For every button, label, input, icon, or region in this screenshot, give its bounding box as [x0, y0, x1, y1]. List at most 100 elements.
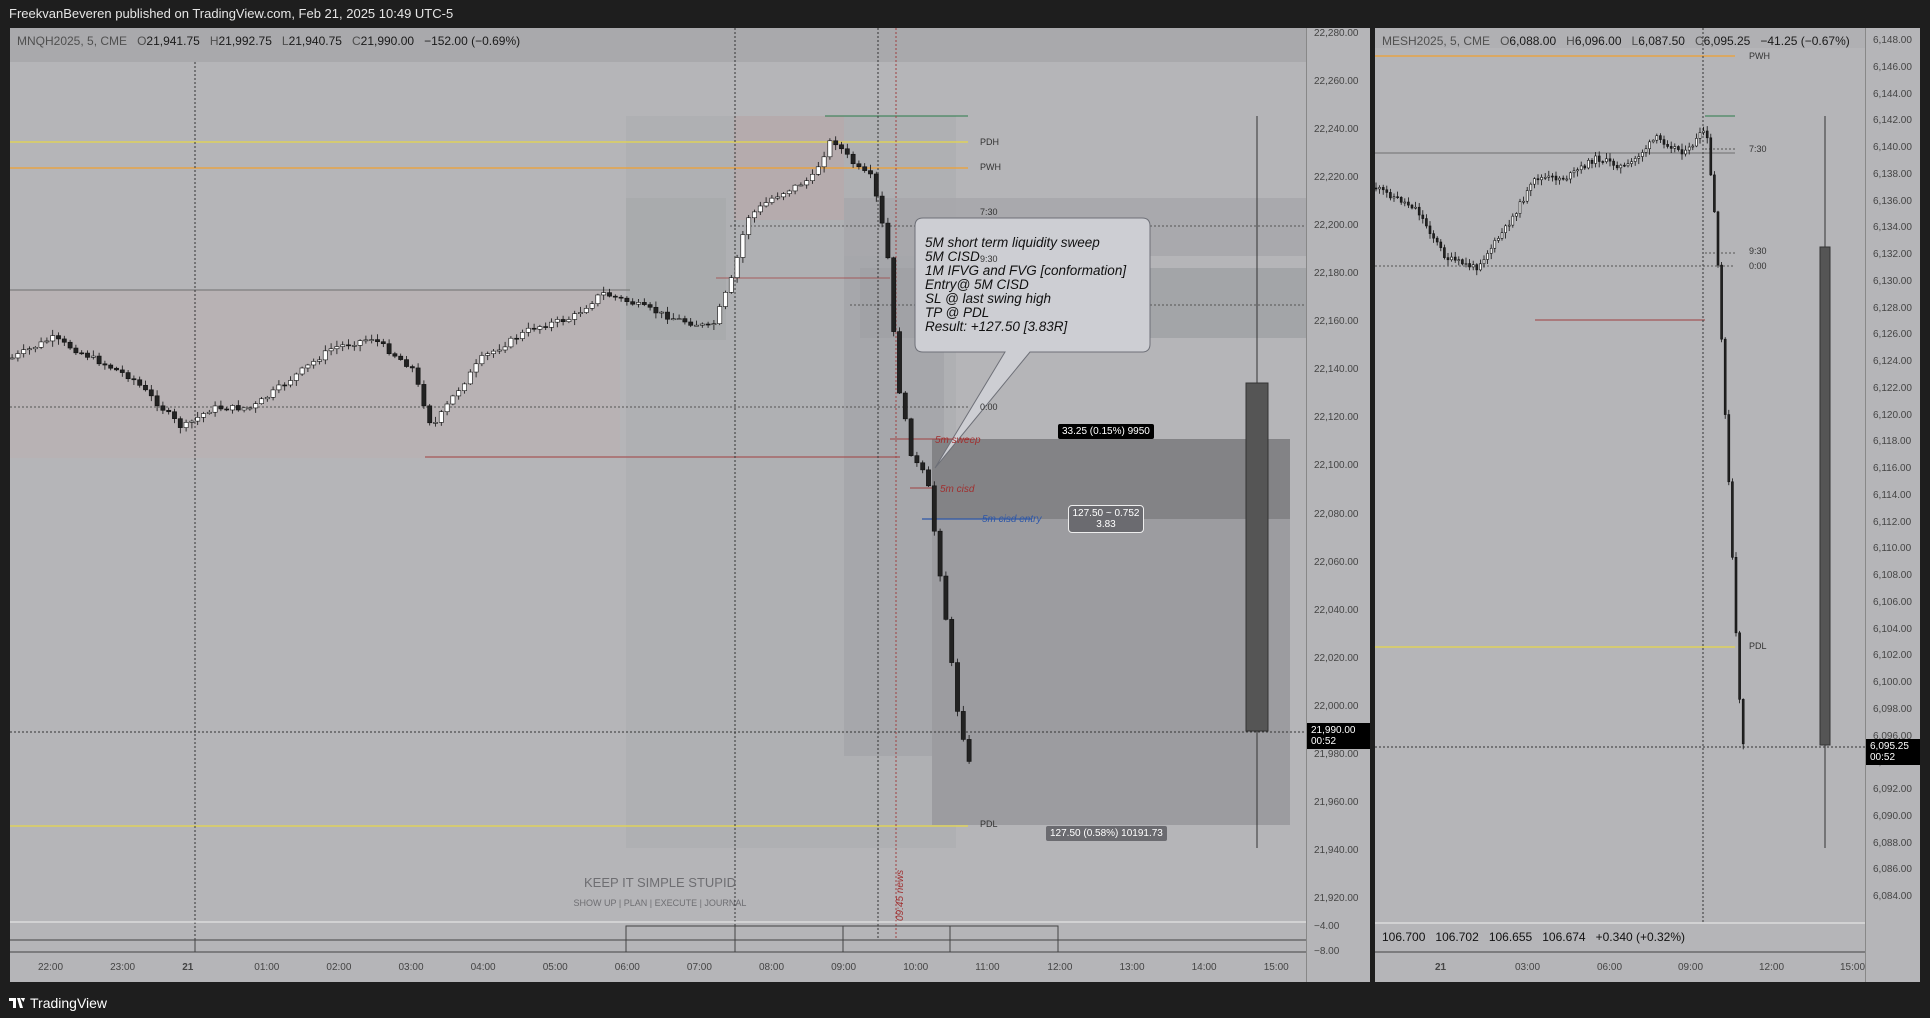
right-price-axis[interactable]: 6,148.00 6,146.00 6,144.00 6,142.00 6,140.00…	[1865, 28, 1920, 982]
candle-body	[844, 148, 850, 155]
candle-body	[404, 359, 409, 367]
osc-values: 106.700 106.702 106.655 106.674 +0.340 (…	[1382, 930, 1685, 944]
candle-body	[740, 234, 746, 258]
tradingview-logo[interactable]: TradingView	[9, 988, 107, 1018]
candle-body	[189, 420, 195, 423]
entry-annotation: 5m cisd entry	[982, 514, 1042, 525]
candle-body	[920, 462, 926, 471]
open-930-label: 9:30	[1749, 246, 1767, 256]
candle-body	[1691, 145, 1695, 148]
candle-body	[1601, 161, 1605, 163]
candle-body	[937, 530, 943, 577]
candle-body	[473, 363, 479, 373]
candle-body	[1659, 135, 1662, 140]
tradingview-logo-icon	[9, 998, 25, 1008]
time-tick: 14:00	[1191, 962, 1217, 973]
candle-body	[1677, 146, 1680, 150]
footer-bar: TradingView	[0, 988, 1930, 1018]
candle-body	[311, 361, 317, 366]
candle-body	[1687, 146, 1691, 151]
time-tick: 15:00	[1840, 962, 1866, 973]
candle-body	[235, 405, 241, 411]
candle-body	[1407, 201, 1410, 206]
price-tick: 6,116.00	[1873, 463, 1912, 474]
left-time-axis[interactable]: 22:00 23:00 21 01:00 02:00 03:00 04:00 05:00 06:…	[10, 952, 1306, 982]
candle-body	[125, 372, 131, 380]
candle-body	[1648, 141, 1651, 150]
open-730-label: 7:30	[980, 207, 998, 217]
candle-body	[572, 313, 578, 320]
candle-body	[566, 319, 572, 323]
candle-body	[1515, 213, 1518, 217]
candle-body	[247, 407, 253, 410]
price-tick: 6,128.00	[1873, 302, 1912, 314]
candle-body	[421, 384, 427, 407]
change-value: −41.25 (−0.67%)	[1760, 34, 1850, 48]
price-tick: 6,138.00	[1873, 168, 1912, 180]
left-chart-pane[interactable]: PDH PWH 7:30 9:30 0:00 PDL 5m sweep 5m c…	[10, 28, 1370, 982]
candle-body	[230, 405, 235, 411]
candle-body	[177, 418, 183, 428]
right-candles-group	[1375, 126, 1745, 750]
candle-body	[960, 711, 966, 740]
price-tick: 6,144.00	[1873, 88, 1912, 100]
candle-body	[1417, 206, 1421, 216]
time-tick: 01:00	[254, 962, 280, 973]
candle-body	[1666, 144, 1669, 147]
candle-body	[543, 326, 549, 328]
price-tick: 6,122.00	[1873, 382, 1912, 394]
candle-body	[369, 339, 375, 341]
candle-body	[1518, 201, 1522, 214]
candle-body	[949, 619, 955, 663]
candle-body	[763, 202, 769, 207]
symbol-label: MNQH2025, 5, CME	[17, 34, 128, 48]
time-tick: 21	[1435, 962, 1447, 973]
candle-body	[108, 364, 114, 369]
risk-label: 33.25 (0.15%) 9950	[1058, 424, 1154, 439]
candle-body	[804, 180, 810, 186]
right-time-axis[interactable]: 21 03:00 06:00 09:00 12:00 15:00	[1375, 952, 1865, 982]
price-tick: 6,100.00	[1873, 677, 1912, 688]
candle-body	[1471, 264, 1475, 268]
osc-tick: −8.00	[1314, 946, 1340, 957]
candle-body	[433, 422, 438, 424]
candle-body	[154, 395, 160, 407]
time-tick: 12:00	[1047, 962, 1073, 973]
daily-candle-body	[1245, 382, 1269, 732]
price-tick: 6,124.00	[1873, 356, 1912, 367]
candle-body	[705, 323, 711, 326]
candle-body	[537, 326, 543, 330]
candle-body	[264, 397, 270, 400]
candle-body	[50, 335, 56, 342]
candle-body	[270, 389, 276, 398]
publish-line: FreekvanBeveren published on TradingView…	[9, 6, 454, 21]
price-tick: 22,040.00	[1314, 604, 1359, 616]
candle-body	[282, 384, 288, 387]
time-tick: 12:00	[1759, 962, 1785, 973]
candle-body	[206, 411, 212, 414]
right-chart-canvas[interactable]: PWH 7:30 9:30 0:00 PDL	[1375, 28, 1920, 982]
candle-body	[1615, 165, 1619, 169]
candle-body	[32, 347, 38, 350]
price-tick: 6,130.00	[1873, 275, 1912, 287]
price-tick: 22,100.00	[1314, 460, 1359, 472]
time-tick: 23:00	[110, 962, 136, 973]
candle-body	[734, 257, 740, 278]
left-last-price-tag: 21,990.00 00:52	[1307, 723, 1370, 749]
candle-body	[1461, 259, 1464, 265]
candle-body	[554, 319, 560, 323]
price-tick: 6,118.00	[1873, 436, 1912, 448]
candle-body	[44, 340, 50, 343]
open-value: 6,088.00	[1509, 34, 1557, 48]
price-tick: 6,132.00	[1873, 249, 1912, 260]
candle-body	[665, 311, 670, 320]
candle-body	[73, 347, 79, 354]
time-tick: 21	[182, 962, 194, 973]
candle-body	[728, 277, 734, 293]
left-price-axis[interactable]: 22,280.00 22,260.00 22,240.00 22,220.00 22,2…	[1306, 28, 1370, 982]
rr-label[interactable]: 127.50 ~ 0.752 3.83	[1068, 505, 1144, 533]
price-tick: 22,240.00	[1314, 124, 1359, 136]
candle-body	[462, 383, 467, 391]
right-chart-pane[interactable]: PWH 7:30 9:30 0:00 PDL MESH2025, 5, CME …	[1375, 28, 1920, 982]
candle-body	[931, 485, 937, 532]
